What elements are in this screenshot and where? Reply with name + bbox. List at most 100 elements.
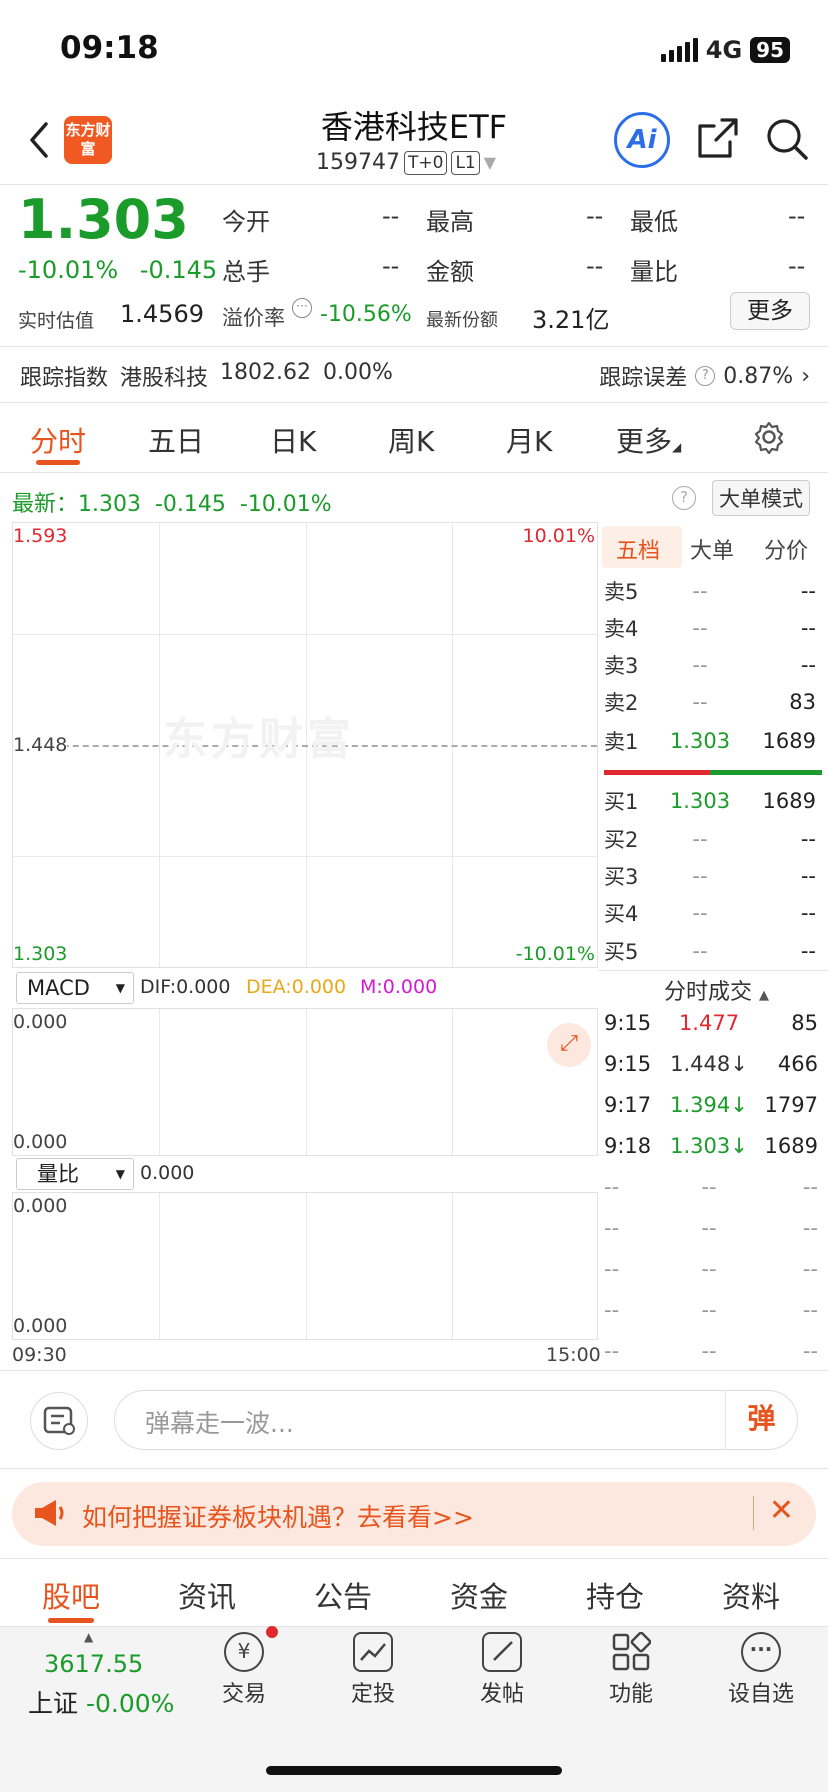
- stat-label: 金额: [426, 258, 474, 286]
- macd-axis-bottom: 0.000: [13, 1131, 68, 1153]
- macd-dif: DIF:0.000: [140, 976, 231, 998]
- tick-row: -- -- --: [604, 1338, 818, 1363]
- tab-daily-k[interactable]: 日K: [270, 420, 316, 460]
- danmu-input[interactable]: 弹幕走一波... 弹: [114, 1390, 798, 1450]
- ask-row: 卖3 -- --: [604, 652, 816, 678]
- shares-value: 3.21亿: [532, 306, 610, 334]
- tab-five-day[interactable]: 五日: [148, 420, 204, 460]
- volume-ratio-label: 量比: [37, 1162, 79, 1186]
- yuan-icon: ¥: [224, 1626, 278, 1672]
- tracking-error-label: 跟踪误差: [599, 366, 688, 391]
- tab-more[interactable]: 更多◢: [616, 420, 681, 460]
- close-icon[interactable]: ✕: [769, 1493, 794, 1528]
- tick-row: 9:18 1.303↓ 1689: [604, 1133, 818, 1158]
- nav-trade-label: 交易: [221, 1682, 266, 1707]
- t0-tag: T+0: [403, 150, 448, 175]
- ask-row: 卖5 -- --: [604, 578, 816, 604]
- pct-axis-top: 10.01%: [522, 525, 595, 547]
- settings-icon[interactable]: [752, 420, 786, 458]
- nav-functions-label: 功能: [608, 1682, 653, 1707]
- macd-chart[interactable]: 0.000 0.000 ⤢: [12, 1008, 598, 1156]
- stat-value: --: [788, 202, 806, 230]
- tick-row: 9:15 1.477 85: [604, 1010, 818, 1035]
- tab-more-label: 更多: [616, 425, 673, 458]
- tab-weekly-k[interactable]: 周K: [388, 420, 434, 460]
- caret-down-icon: ▼: [115, 1167, 125, 1181]
- tab-announcements[interactable]: 公告: [314, 1574, 372, 1616]
- tab-monthly-k[interactable]: 月K: [506, 420, 552, 460]
- nav-trade[interactable]: ¥ 交易: [189, 1626, 299, 1708]
- help-icon[interactable]: ?: [695, 366, 716, 386]
- caret-down-icon: ▼: [115, 981, 125, 995]
- volume-ratio-chart[interactable]: 0.000 0.000: [12, 1192, 598, 1340]
- promo-banner[interactable]: 如何把握证券板块机遇？去看看>> ✕: [12, 1482, 816, 1546]
- danmu-settings-icon[interactable]: [30, 1392, 88, 1450]
- index-value[interactable]: 3617.55: [44, 1650, 143, 1678]
- y-axis-top: 1.593: [13, 525, 68, 547]
- tab-big-orders[interactable]: 大单: [690, 533, 734, 565]
- macd-dea: DEA:0.000: [246, 976, 347, 998]
- tab-funds[interactable]: 资金: [450, 1574, 508, 1616]
- big-order-mode-button[interactable]: 大单模式: [712, 480, 810, 516]
- tracking-index-change: 0.00%: [323, 360, 393, 385]
- nav-functions[interactable]: 功能: [576, 1631, 686, 1708]
- more-dots-icon: ···: [741, 1632, 781, 1672]
- signal-icon: [660, 38, 698, 62]
- time-axis-end: 15:00: [546, 1344, 601, 1366]
- expand-icon[interactable]: ⤢: [547, 1023, 591, 1067]
- security-code-row[interactable]: 159747 T+0 L1 ▼: [316, 150, 496, 175]
- tab-holdings[interactable]: 持仓: [586, 1574, 644, 1616]
- bid-row: 买5 -- --: [604, 938, 816, 964]
- tracking-index-label: 跟踪指数: [20, 366, 109, 391]
- search-icon[interactable]: [764, 116, 810, 166]
- bid-row: 买3 -- --: [604, 863, 816, 889]
- nav-post[interactable]: 发帖: [447, 1632, 557, 1708]
- tab-profile[interactable]: 资料: [722, 1574, 780, 1616]
- security-code: 159747: [316, 150, 400, 175]
- l1-tag: L1: [451, 150, 480, 175]
- ask-row: 卖2 -- 83: [604, 689, 816, 715]
- stat-label: 今开: [222, 208, 270, 236]
- more-info-icon[interactable]: ···: [292, 298, 312, 318]
- estimate-value: 1.4569: [120, 300, 204, 328]
- tick-row: -- -- --: [604, 1215, 818, 1240]
- intraday-chart[interactable]: 东方财富 1.593 1.448 1.303 10.01% -10.01%: [12, 522, 598, 968]
- caret-up-icon: ▲: [759, 988, 770, 1003]
- status-indicators: 4G 95: [660, 36, 790, 64]
- tracking-index-name: 港股科技: [120, 366, 209, 391]
- nav-post-label: 发帖: [479, 1682, 524, 1707]
- pct-axis-bottom: -10.01%: [515, 943, 595, 965]
- watermark: 东方财富: [163, 714, 355, 765]
- tab-price-distribution[interactable]: 分价: [764, 533, 808, 565]
- macd-selector-label: MACD: [27, 976, 90, 1000]
- nav-auto-invest-label: 定投: [350, 1682, 395, 1707]
- bid-row: 买4 -- --: [604, 900, 816, 926]
- tab-five-levels[interactable]: 五档: [616, 533, 660, 565]
- buy-pressure-bar: [710, 770, 822, 775]
- nav-add-watchlist[interactable]: ··· 设自选: [706, 1632, 816, 1708]
- tracking-index[interactable]: 跟踪指数 港股科技 1802.62 0.00%: [20, 360, 393, 392]
- estimate-label: 实时估值: [18, 310, 95, 332]
- index-row[interactable]: 上证 -0.00%: [28, 1684, 174, 1720]
- vr-axis-top: 0.000: [13, 1195, 68, 1217]
- macd-axis-top: 0.000: [13, 1011, 68, 1033]
- abs-change: -0.145: [139, 256, 218, 284]
- tracking-error[interactable]: 跟踪误差 ? 0.87% ›: [599, 360, 810, 392]
- y-axis-bottom: 1.303: [13, 943, 68, 965]
- share-icon[interactable]: [696, 116, 740, 164]
- volume-ratio-selector[interactable]: 量比 ▼: [16, 1158, 134, 1190]
- macd-selector[interactable]: MACD ▼: [16, 972, 134, 1004]
- tab-news[interactable]: 资讯: [178, 1574, 236, 1616]
- ai-button[interactable]: Ai: [614, 112, 670, 168]
- pct-change: -10.01%: [18, 256, 119, 284]
- tab-guba[interactable]: 股吧: [42, 1574, 100, 1616]
- tab-intraday[interactable]: 分时: [30, 420, 86, 460]
- danmu-send-button[interactable]: 弹: [725, 1391, 797, 1449]
- more-button[interactable]: 更多: [730, 292, 810, 330]
- nav-auto-invest[interactable]: 定投: [318, 1632, 428, 1708]
- chevron-right-icon: ›: [801, 363, 810, 389]
- tracking-index-value: 1802.62: [220, 360, 312, 385]
- tick-row: 9:15 1.448↓ 466: [604, 1051, 818, 1076]
- help-icon[interactable]: ?: [672, 486, 696, 510]
- vr-axis-bottom: 0.000: [13, 1315, 68, 1337]
